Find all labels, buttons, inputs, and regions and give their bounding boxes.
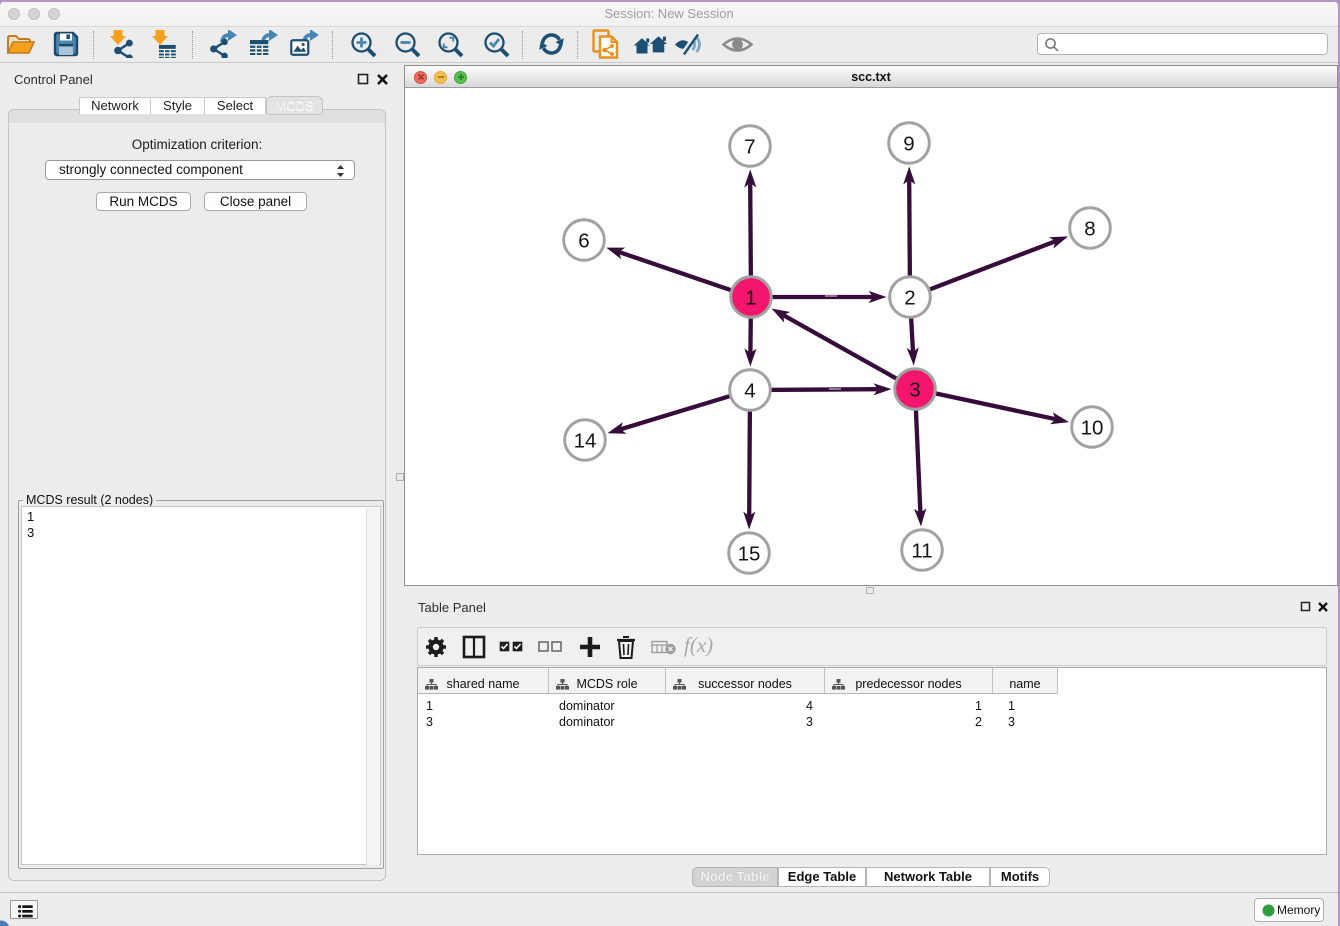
svg-text:7: 7 [744,136,755,159]
svg-text:11: 11 [911,540,932,563]
svg-text:9: 9 [903,133,914,156]
svg-text:10: 10 [1081,417,1104,440]
svg-text:3: 3 [909,379,920,402]
svg-text:4: 4 [744,380,755,403]
svg-text:6: 6 [578,230,589,253]
svg-text:1: 1 [745,287,756,310]
svg-text:2: 2 [904,287,915,310]
svg-text:8: 8 [1084,218,1095,241]
svg-text:15: 15 [738,543,761,566]
svg-text:14: 14 [574,430,597,453]
